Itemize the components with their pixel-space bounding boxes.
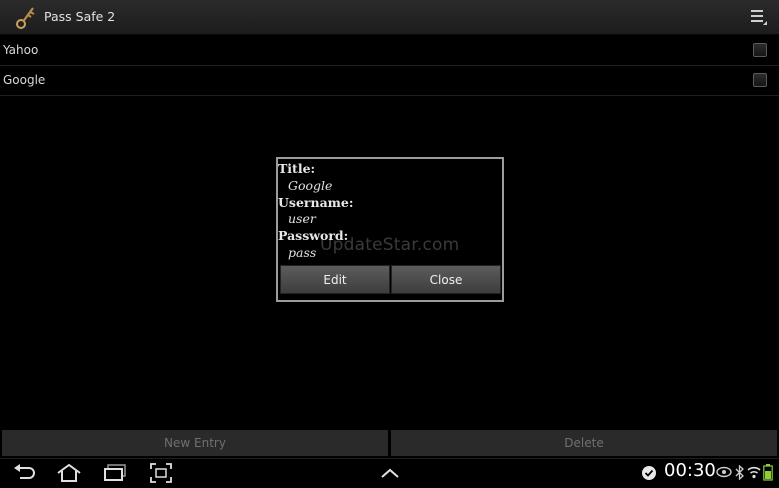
wifi-icon: [747, 466, 761, 479]
eye-icon: [716, 466, 732, 478]
key-icon[interactable]: [14, 4, 38, 30]
title-label: Title:: [278, 161, 316, 176]
entry-dialog: Title: Google Username: user UpdateStar.…: [276, 157, 504, 302]
list-item-yahoo[interactable]: Yahoo: [0, 35, 779, 66]
list-item-label: Yahoo: [3, 43, 39, 57]
password-value: pass: [288, 245, 317, 260]
screenshot-icon[interactable]: [150, 463, 172, 483]
overflow-menu-icon[interactable]: [749, 7, 769, 27]
list-item-google[interactable]: Google: [0, 65, 779, 96]
notification-check-icon[interactable]: [641, 465, 657, 481]
list-item-label: Google: [3, 73, 46, 87]
back-icon[interactable]: [12, 464, 36, 482]
recent-apps-icon[interactable]: [103, 464, 127, 482]
bluetooth-icon: [735, 465, 744, 480]
chevron-up-icon[interactable]: [380, 467, 400, 479]
system-nav-bar: [0, 458, 779, 488]
edit-button[interactable]: Edit: [280, 265, 390, 294]
close-button[interactable]: Close: [391, 265, 501, 294]
status-clock: 00:30: [664, 460, 716, 481]
username-label: Username:: [278, 195, 354, 210]
action-bar: Pass Safe 2: [0, 0, 779, 35]
entry-checkbox[interactable]: [753, 43, 767, 57]
new-entry-button[interactable]: New Entry: [2, 430, 388, 456]
delete-button[interactable]: Delete: [391, 430, 777, 456]
home-icon[interactable]: [56, 463, 82, 483]
entry-checkbox[interactable]: [753, 73, 767, 87]
title-value: Google: [288, 178, 333, 193]
password-label: Password:: [278, 228, 349, 243]
username-value: user: [288, 211, 316, 226]
app-title: Pass Safe 2: [44, 9, 116, 24]
battery-icon: [763, 464, 773, 481]
